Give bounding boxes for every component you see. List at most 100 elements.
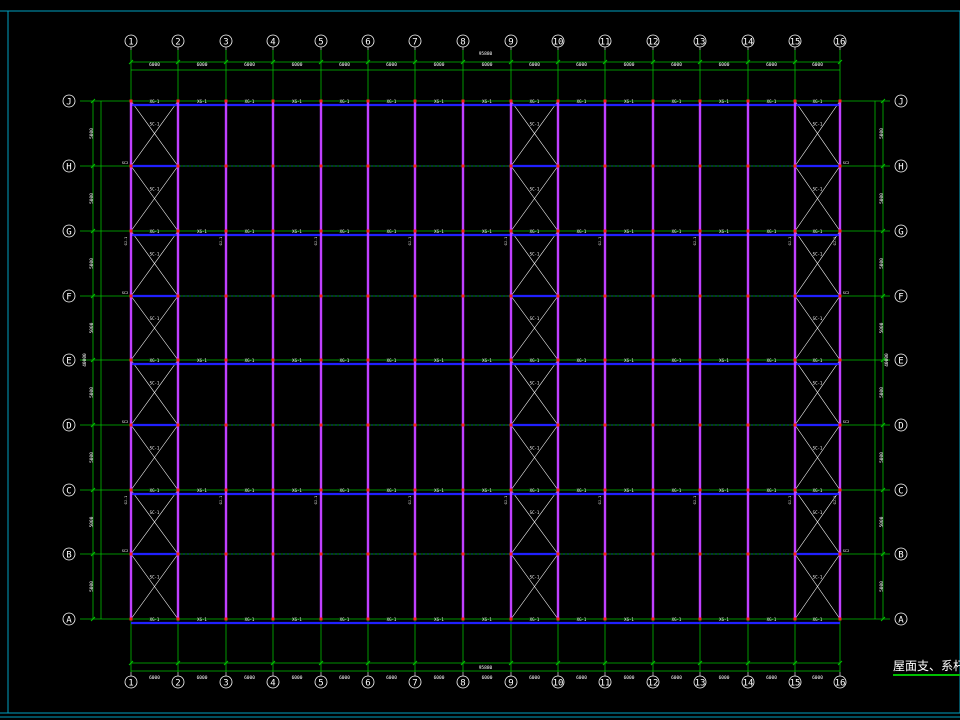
axis-label-top: 13 xyxy=(695,38,706,48)
tie-label: XG-1 xyxy=(577,99,587,104)
end-label: SC2 xyxy=(843,161,850,165)
brace-label: SC-1 xyxy=(813,252,823,257)
axis-label-bottom: 16 xyxy=(835,679,846,689)
tie-label: XG-1 xyxy=(624,488,634,493)
rafter-node xyxy=(129,617,133,621)
tie-label: XG-1 xyxy=(577,229,587,234)
rafter-node xyxy=(129,358,133,362)
rafter-node xyxy=(838,294,842,298)
tie-label: XG-1 xyxy=(719,229,729,234)
rafter-node xyxy=(366,229,370,233)
rafter-node xyxy=(461,294,465,298)
axis-label-left: B xyxy=(66,551,71,561)
axis-label-top: 1 xyxy=(128,38,133,48)
rafter-node xyxy=(698,294,702,298)
tie-label: XG-1 xyxy=(672,617,682,622)
axis-label-left: A xyxy=(66,616,72,626)
bay-dimension-top: 6000 xyxy=(339,62,350,68)
rafter-node xyxy=(793,99,797,103)
rafter-node xyxy=(651,552,655,556)
column-label: GJ-1 xyxy=(124,237,128,246)
tie-label: XG-1 xyxy=(482,617,492,622)
axis-label-top: 2 xyxy=(175,38,180,48)
rafter-node xyxy=(413,294,417,298)
bay-dimension-bottom: 6000 xyxy=(576,675,587,681)
rafter-node xyxy=(224,164,228,168)
tie-label: XG-1 xyxy=(197,358,207,363)
row-dimension-left: 5000 xyxy=(89,193,95,204)
brace-label: SC-1 xyxy=(813,510,823,515)
axis-label-bottom: 11 xyxy=(600,679,611,689)
tie-label: XG-1 xyxy=(434,488,444,493)
tie-label: XG-1 xyxy=(387,229,397,234)
rafter-node xyxy=(651,229,655,233)
row-dimension-left: 5000 xyxy=(89,322,95,333)
axis-label-top: 10 xyxy=(553,38,564,48)
axis-label-left: G xyxy=(66,228,71,238)
axis-label-top: 12 xyxy=(648,38,659,48)
end-label: SC2 xyxy=(843,420,850,424)
rafter-node xyxy=(509,488,513,492)
rafter-node xyxy=(176,358,180,362)
tie-label: XG-1 xyxy=(530,99,540,104)
row-dimension-left: 5000 xyxy=(89,387,95,398)
brace-label: SC-1 xyxy=(150,122,160,127)
rafter-node xyxy=(271,552,275,556)
rafter-node xyxy=(698,552,702,556)
tie-label: XG-1 xyxy=(767,617,777,622)
rafter-node xyxy=(224,294,228,298)
rafter-node xyxy=(603,617,607,621)
rafter-node xyxy=(271,229,275,233)
brace-label: SC-1 xyxy=(530,316,540,321)
axis-label-left: D xyxy=(66,422,71,432)
tie-label: XG-1 xyxy=(672,99,682,104)
tie-label: XG-1 xyxy=(624,358,634,363)
rafter-node xyxy=(603,488,607,492)
rafter-node xyxy=(176,164,180,168)
axis-label-top: 6 xyxy=(365,38,370,48)
rafter-node xyxy=(176,423,180,427)
tie-label: XG-1 xyxy=(577,488,587,493)
cad-drawing-canvas[interactable]: 6000 6000 6000 6000 6000 6000 6000 6000 6000 6000… xyxy=(0,0,960,720)
rafter-node xyxy=(413,358,417,362)
tie-label: XG-1 xyxy=(482,358,492,363)
rafter-node xyxy=(838,99,842,103)
tie-label: XG-1 xyxy=(482,229,492,234)
axis-label-bottom: 14 xyxy=(743,679,754,689)
rafter-node xyxy=(698,358,702,362)
tie-label: XG-1 xyxy=(719,358,729,363)
bay-dimension-bottom: 6000 xyxy=(812,675,823,681)
rafter-node xyxy=(319,617,323,621)
rafter-node xyxy=(698,488,702,492)
axis-label-right: J xyxy=(898,98,903,108)
brace-label: SC-1 xyxy=(150,381,160,386)
bay-dimension-bottom: 6000 xyxy=(149,675,160,681)
rafter-node xyxy=(129,164,133,168)
tie-label: XG-1 xyxy=(292,617,302,622)
axis-label-top: 11 xyxy=(600,38,611,48)
brace-label: SC-1 xyxy=(530,575,540,580)
rafter-node xyxy=(461,488,465,492)
tie-label: XG-1 xyxy=(150,488,160,493)
rafter-node xyxy=(698,229,702,233)
axis-label-bottom: 15 xyxy=(790,679,801,689)
row-dimension-right: 5000 xyxy=(879,581,885,592)
end-label: SC2 xyxy=(122,161,129,165)
rafter-node xyxy=(224,99,228,103)
bay-dimension-top: 6000 xyxy=(719,62,730,68)
bay-dimension-bottom: 6000 xyxy=(386,675,397,681)
brace-label: SC-1 xyxy=(530,122,540,127)
axis-label-left: J xyxy=(66,98,71,108)
row-dimension-right: 5000 xyxy=(879,516,885,527)
rafter-node xyxy=(319,229,323,233)
bay-dimension-bottom: 6000 xyxy=(434,675,445,681)
rafter-node xyxy=(509,423,513,427)
rafter-node xyxy=(556,617,560,621)
bay-dimension-top: 6000 xyxy=(292,62,303,68)
rafter-node xyxy=(603,423,607,427)
brace-label: SC-1 xyxy=(530,252,540,257)
tie-label: XG-1 xyxy=(387,358,397,363)
rafter-node xyxy=(556,488,560,492)
bay-dimension-top: 6000 xyxy=(529,62,540,68)
tie-label: XG-1 xyxy=(624,99,634,104)
